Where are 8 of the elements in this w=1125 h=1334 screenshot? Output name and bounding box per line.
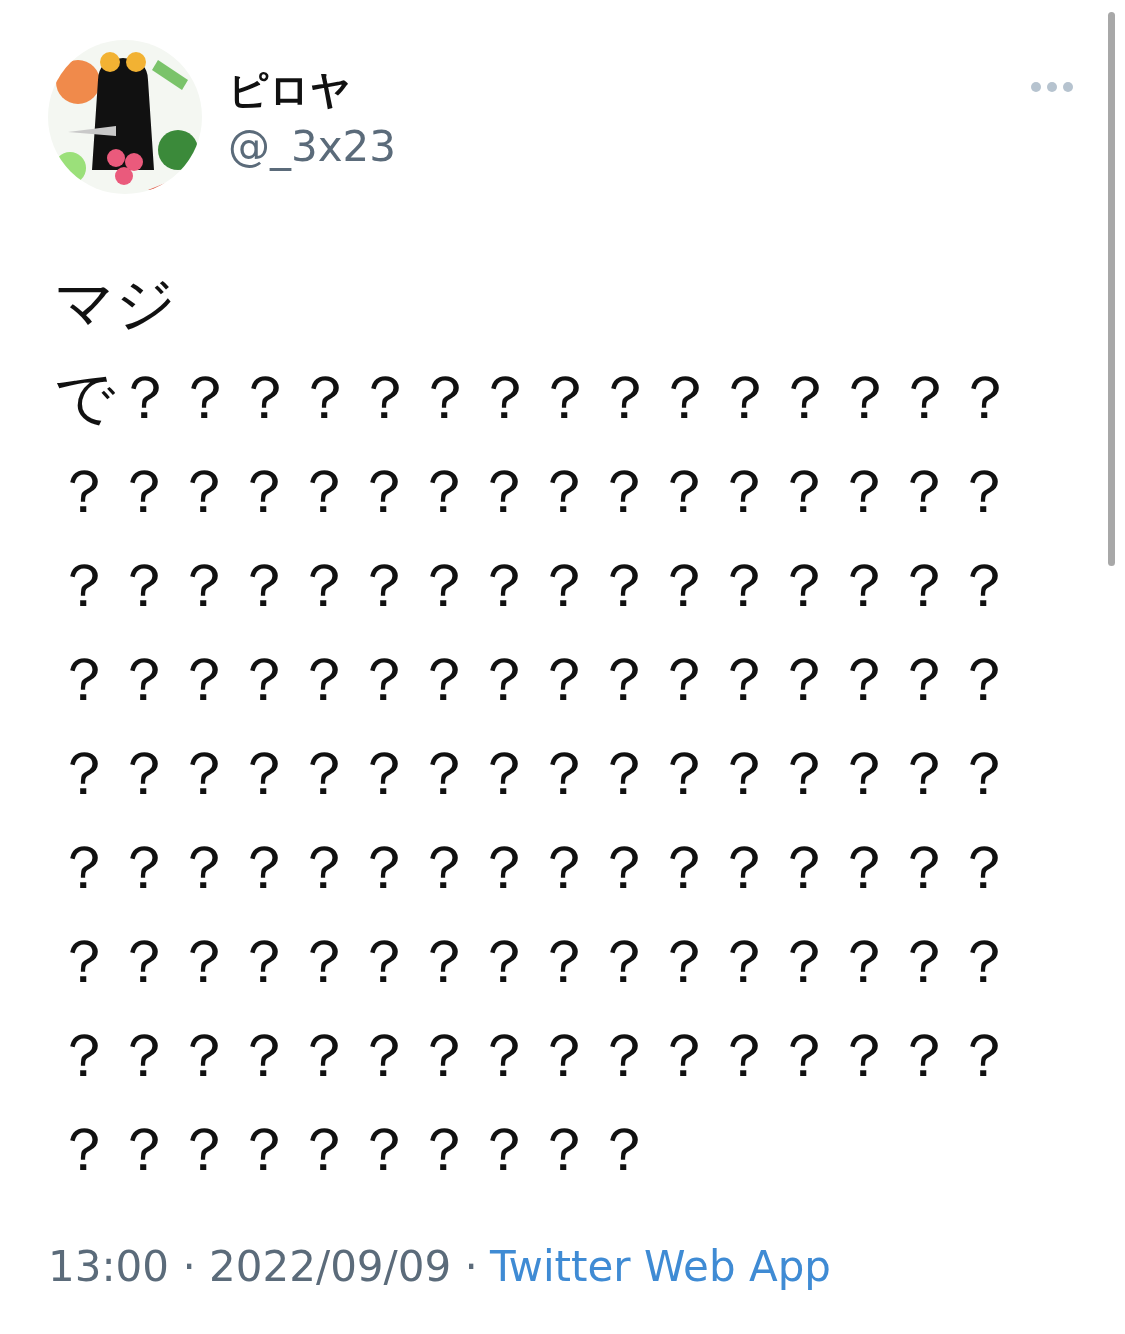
user-handle[interactable]: @_3x23 [228,122,1005,171]
tweet-text-line: マジ [54,267,177,340]
source-link[interactable]: Twitter Web App [489,1242,831,1291]
scroll-bar[interactable] [1108,12,1115,566]
tweet-timestamp: 13:00 · 2022/09/09 · [48,1242,478,1291]
user-name[interactable]: ピロヤ [228,63,1005,118]
tweet-text-line: で？？？？？？？？？？？？？？？？？？？？？？？？？？？？？？？？？？？？？？？？？？？？？？？？？？？？？？？？？？？？？？？？？？？？？？？？？？？？？？？？？？？？？？？？？？？？？？？？？？？？？？？？？？？？？？？？？？？？？？？？？？？？？？？？？？？？？？？？？ [54,361,1016,1186]
more-icon[interactable] [1031,82,1073,92]
